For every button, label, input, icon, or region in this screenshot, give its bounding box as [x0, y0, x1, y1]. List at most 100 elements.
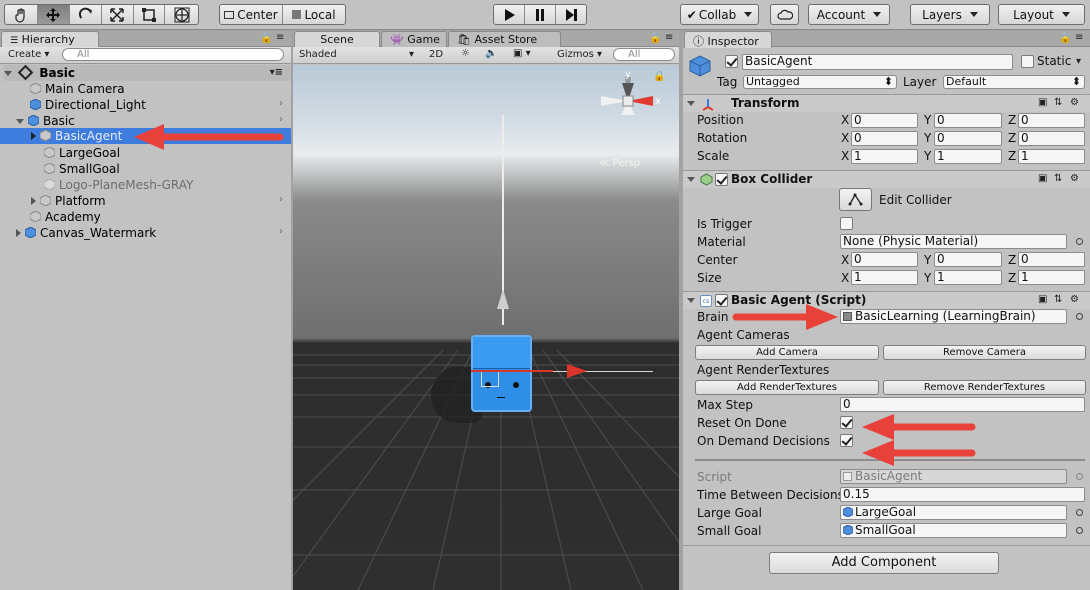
scale-tool-icon[interactable]	[102, 5, 134, 24]
small-goal-field[interactable]: SmallGoal	[840, 523, 1067, 538]
hierarchy-item-directional-light[interactable]: Directional_Light	[30, 97, 146, 113]
remove-render-textures-button[interactable]: Remove RenderTextures	[883, 380, 1086, 395]
hierarchy-search-input[interactable]: All	[62, 48, 284, 61]
collapse-icon[interactable]	[687, 101, 695, 106]
preset-icon[interactable]: ⇅	[1054, 173, 1062, 184]
layers-dropdown[interactable]: Layers	[910, 4, 990, 25]
basic-agent-cube[interactable]	[471, 335, 532, 412]
component-header-icons[interactable]: ▣ ⇅ ⚙	[1038, 97, 1084, 111]
center-x-field[interactable]: 0	[851, 252, 918, 267]
layout-dropdown[interactable]: Layout	[998, 4, 1085, 25]
reset-on-done-checkbox[interactable]	[840, 416, 853, 429]
move-handle-plane[interactable]	[481, 371, 499, 387]
lock-icon[interactable]: 🔒	[260, 33, 272, 44]
tab-asset-store[interactable]: 🛍 Asset Store	[448, 31, 561, 48]
collapse-icon[interactable]	[687, 177, 695, 182]
x-axis-handle[interactable]	[471, 370, 553, 372]
scene-lock-icon[interactable]: 🔒	[653, 71, 665, 82]
expand-icon[interactable]	[31, 197, 36, 205]
on-demand-decisions-checkbox[interactable]	[840, 434, 853, 447]
help-icon[interactable]: ▣	[1038, 294, 1047, 305]
static-checkbox[interactable]	[1021, 55, 1034, 68]
component-header-icons[interactable]: ▣ ⇅ ⚙	[1038, 294, 1084, 308]
center-y-field[interactable]: 0	[934, 252, 1002, 267]
transform-tool-icon[interactable]	[165, 5, 198, 24]
expand-icon[interactable]	[16, 119, 24, 124]
object-picker-icon[interactable]	[1076, 527, 1083, 534]
add-camera-button[interactable]: Add Camera	[695, 345, 879, 360]
material-field[interactable]: None (Physic Material)	[840, 234, 1067, 249]
basic-agent-enabled-checkbox[interactable]	[715, 294, 728, 307]
chevron-right-icon[interactable]: ›	[279, 194, 283, 205]
2d-toggle[interactable]: 2D	[429, 49, 443, 60]
hierarchy-item-platform[interactable]: Platform	[31, 193, 106, 209]
position-y-field[interactable]: 0	[934, 113, 1002, 128]
scale-y-field[interactable]: 1	[934, 149, 1002, 164]
object-name-field[interactable]: BasicAgent	[742, 54, 1013, 70]
rotation-y-field[interactable]: 0	[934, 131, 1002, 146]
transform-header[interactable]: Transform ▣ ⇅ ⚙	[683, 94, 1090, 112]
scale-z-field[interactable]: 1	[1018, 149, 1085, 164]
panel-menu-icon[interactable]: ≡	[276, 32, 284, 43]
y-axis-arrowhead[interactable]	[497, 289, 509, 309]
add-render-textures-button[interactable]: Add RenderTextures	[695, 380, 879, 395]
step-icon[interactable]	[556, 5, 586, 24]
panel-menu-icon[interactable]: ≡	[1075, 32, 1083, 43]
scene-search-input[interactable]: All	[613, 48, 675, 61]
expand-icon[interactable]	[31, 132, 36, 140]
scene-root-row[interactable]: Basic ▾≡	[4, 64, 291, 81]
center-z-field[interactable]: 0	[1018, 252, 1085, 267]
create-dropdown[interactable]: Create ▾	[8, 49, 49, 60]
rotation-x-field[interactable]: 0	[851, 131, 918, 146]
effects-dropdown-icon[interactable]: ▣ ▾	[513, 48, 531, 59]
hand-tool-icon[interactable]	[5, 5, 38, 24]
chevron-right-icon[interactable]: ›	[279, 98, 283, 109]
position-x-field[interactable]: 0	[851, 113, 918, 128]
hierarchy-item-canvas-watermark[interactable]: Canvas_Watermark	[16, 225, 156, 241]
audio-toggle-icon[interactable]: 🔈	[485, 48, 497, 59]
add-component-button[interactable]: Add Component	[769, 552, 999, 574]
persp-label[interactable]: ≪ Persp	[599, 158, 640, 169]
rotation-z-field[interactable]: 0	[1018, 131, 1085, 146]
rotate-tool-icon[interactable]	[70, 5, 102, 24]
position-z-field[interactable]: 0	[1018, 113, 1085, 128]
shading-dropdown[interactable]: Shaded	[299, 49, 419, 60]
layer-dropdown[interactable]: Default ⬍	[943, 75, 1085, 89]
help-icon[interactable]: ▣	[1038, 97, 1047, 108]
hierarchy-item-logo-planemesh[interactable]: Logo-PlaneMesh-GRAY	[44, 177, 193, 193]
pause-icon[interactable]	[525, 5, 556, 24]
chevron-right-icon[interactable]: ›	[279, 226, 283, 237]
collab-dropdown[interactable]: ✔ Collab	[680, 4, 759, 25]
object-picker-icon[interactable]	[1076, 238, 1083, 245]
static-dropdown-icon[interactable]: ▾	[1076, 56, 1081, 67]
gear-icon[interactable]: ⚙	[1070, 97, 1079, 108]
cloud-button[interactable]	[770, 4, 799, 25]
tab-scene[interactable]: Scene	[294, 31, 380, 48]
lock-icon[interactable]: 🔒	[1059, 33, 1071, 44]
size-y-field[interactable]: 1	[934, 270, 1002, 285]
scene-expand-icon[interactable]	[4, 71, 12, 76]
play-icon[interactable]	[494, 5, 526, 24]
lock-icon[interactable]: 🔒	[649, 33, 661, 44]
brain-field[interactable]: BasicLearning (LearningBrain)	[840, 309, 1067, 324]
scale-x-field[interactable]: 1	[851, 149, 918, 164]
object-picker-icon[interactable]	[1076, 313, 1083, 320]
hierarchy-item-academy[interactable]: Academy	[30, 209, 101, 225]
large-goal-field[interactable]: LargeGoal	[840, 505, 1067, 520]
active-checkbox[interactable]	[725, 55, 738, 68]
account-dropdown[interactable]: Account	[808, 4, 890, 25]
lighting-toggle-icon[interactable]: ☼	[461, 48, 470, 59]
pivot-center-button[interactable]: Center	[220, 5, 283, 24]
panel-menu-icon[interactable]: ≡	[665, 32, 673, 43]
preset-icon[interactable]: ⇅	[1054, 294, 1062, 305]
tag-dropdown[interactable]: Untagged ⬍	[743, 75, 897, 89]
size-x-field[interactable]: 1	[851, 270, 918, 285]
is-trigger-checkbox[interactable]	[840, 217, 853, 230]
rect-tool-icon[interactable]	[134, 5, 166, 24]
tab-game[interactable]: 👾 Game	[381, 31, 447, 48]
gizmos-dropdown[interactable]: Gizmos ▾	[557, 49, 602, 60]
object-picker-icon[interactable]	[1076, 509, 1083, 516]
box-collider-enabled-checkbox[interactable]	[715, 173, 728, 186]
preset-icon[interactable]: ⇅	[1054, 97, 1062, 108]
gear-icon[interactable]: ⚙	[1070, 294, 1079, 305]
